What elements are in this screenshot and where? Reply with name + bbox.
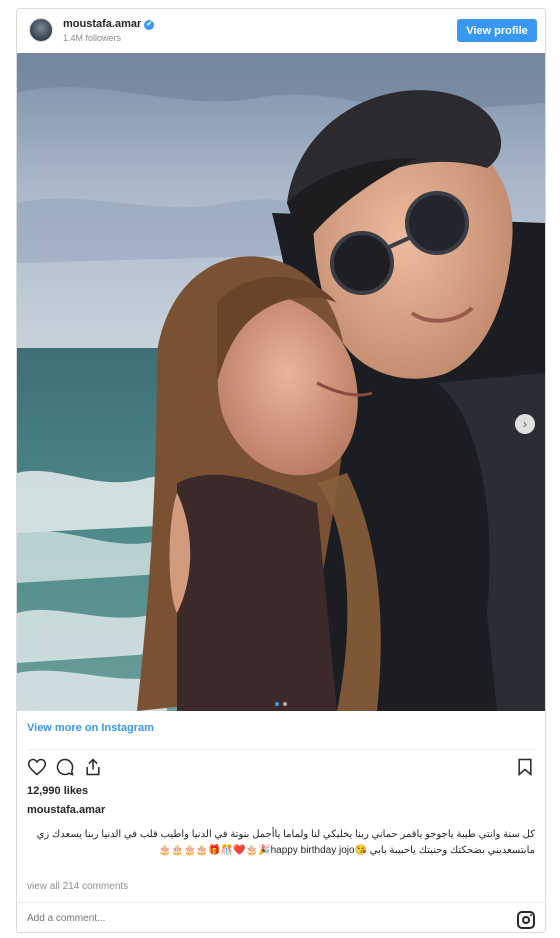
divider — [17, 902, 545, 903]
photo-illustration — [17, 53, 545, 711]
add-comment-input[interactable] — [27, 913, 467, 924]
instagram-logo-icon[interactable] — [517, 911, 535, 929]
bookmark-icon[interactable] — [515, 757, 535, 777]
next-slide-button[interactable]: › — [515, 414, 535, 434]
carousel-dot — [275, 702, 279, 706]
post-photo[interactable]: › — [17, 53, 545, 711]
share-icon[interactable] — [83, 757, 103, 777]
followers-count: 1.4M followers — [63, 33, 122, 43]
likes-count[interactable]: 12,990 likes — [27, 785, 88, 797]
view-more-link[interactable]: View more on Instagram — [27, 722, 154, 734]
heart-icon[interactable] — [27, 757, 47, 777]
carousel-dot — [283, 702, 287, 706]
post-header: moustafa.amar ✔ 1.4M followers View profi… — [17, 9, 545, 53]
comment-icon[interactable] — [55, 757, 75, 777]
divider — [27, 749, 535, 750]
view-all-comments-link[interactable]: view all 214 comments — [27, 881, 128, 892]
carousel-dots — [17, 693, 545, 711]
instagram-embed-card: moustafa.amar ✔ 1.4M followers View profi… — [16, 8, 546, 933]
verified-badge-icon: ✔ — [144, 20, 155, 30]
username-text[interactable]: moustafa.amar — [63, 18, 141, 30]
caption-owner[interactable]: moustafa.amar — [27, 804, 105, 816]
username[interactable]: moustafa.amar ✔ — [63, 18, 155, 30]
avatar[interactable] — [29, 18, 53, 42]
action-bar — [27, 757, 535, 779]
view-profile-button[interactable]: View profile — [457, 19, 537, 42]
caption-text: كل سنة وانتي طيبة ياجوجو ياقمر حماني ربن… — [36, 829, 535, 856]
